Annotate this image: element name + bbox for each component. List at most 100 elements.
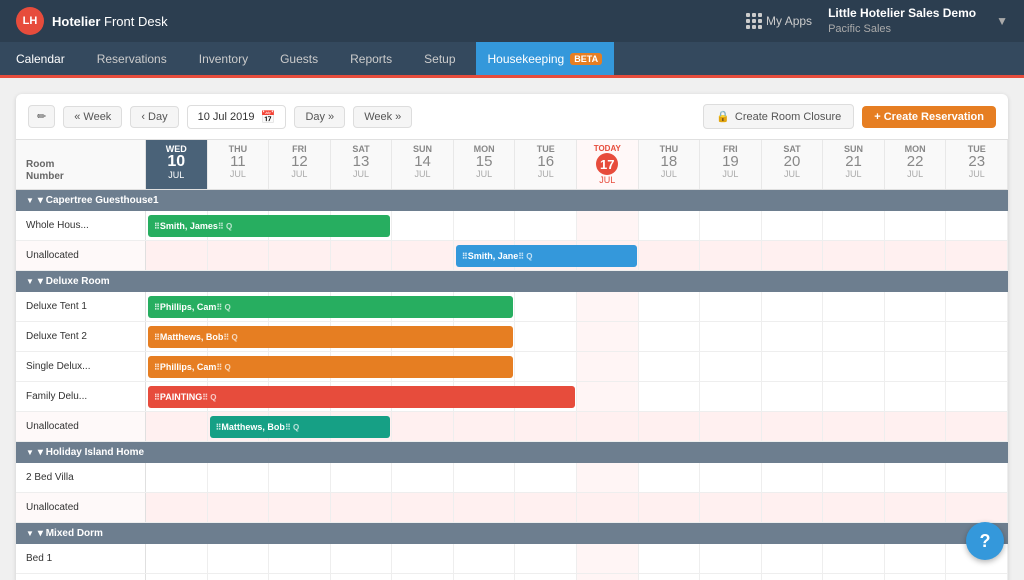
room-cell[interactable] (577, 352, 639, 381)
room-cell[interactable] (885, 463, 947, 492)
room-cell[interactable] (146, 574, 208, 580)
room-cell[interactable] (639, 292, 701, 321)
room-cell[interactable] (700, 544, 762, 573)
room-cell[interactable] (700, 382, 762, 411)
room-cell[interactable] (269, 493, 331, 522)
room-cell[interactable] (331, 493, 393, 522)
room-cell[interactable] (146, 412, 208, 441)
room-cell[interactable] (823, 463, 885, 492)
room-cell[interactable] (454, 544, 516, 573)
room-cell[interactable] (762, 463, 824, 492)
room-cell[interactable] (762, 322, 824, 351)
room-cell[interactable] (700, 412, 762, 441)
room-cell[interactable] (762, 412, 824, 441)
room-cell[interactable] (885, 412, 947, 441)
nav-calendar[interactable]: Calendar (0, 42, 81, 78)
room-cell[interactable] (762, 211, 824, 240)
room-cell[interactable] (885, 544, 947, 573)
room-cell[interactable] (392, 241, 454, 270)
room-cell[interactable] (700, 463, 762, 492)
room-cell[interactable] (700, 322, 762, 351)
room-cell[interactable] (146, 463, 208, 492)
room-cell[interactable] (823, 292, 885, 321)
help-button[interactable]: ? (966, 522, 1004, 560)
room-cell[interactable] (331, 463, 393, 492)
room-cell[interactable] (946, 412, 1008, 441)
my-apps-button[interactable]: My Apps (746, 13, 812, 29)
room-cell[interactable] (146, 544, 208, 573)
room-cell[interactable] (946, 211, 1008, 240)
section-label[interactable]: ▾ Capertree Guesthouse1 (16, 190, 1008, 211)
room-closure-button[interactable]: 🔒 Create Room Closure (703, 104, 854, 129)
room-cell[interactable] (392, 493, 454, 522)
room-cell[interactable] (577, 544, 639, 573)
room-cell[interactable] (208, 493, 270, 522)
room-cell[interactable] (823, 322, 885, 351)
room-cell[interactable] (946, 352, 1008, 381)
nav-housekeeping[interactable]: Housekeeping BETA (476, 42, 615, 75)
room-cell[interactable] (331, 574, 393, 580)
room-cell[interactable] (762, 544, 824, 573)
room-cell[interactable] (700, 493, 762, 522)
room-cell[interactable] (269, 463, 331, 492)
room-cell[interactable] (208, 574, 270, 580)
nav-guests[interactable]: Guests (264, 42, 334, 75)
room-cell[interactable] (885, 382, 947, 411)
room-cell[interactable] (146, 493, 208, 522)
room-cell[interactable] (392, 412, 454, 441)
room-cell[interactable] (823, 574, 885, 580)
room-cell[interactable] (392, 211, 454, 240)
room-cell[interactable] (515, 211, 577, 240)
section-label[interactable]: ▾ Mixed Dorm (16, 523, 1008, 544)
room-cell[interactable] (454, 493, 516, 522)
room-cell[interactable] (577, 493, 639, 522)
room-cell[interactable] (515, 412, 577, 441)
room-cell[interactable] (331, 241, 393, 270)
room-cell[interactable] (700, 292, 762, 321)
room-cell[interactable] (700, 211, 762, 240)
room-cell[interactable] (577, 322, 639, 351)
room-cell[interactable] (823, 382, 885, 411)
nav-reservations[interactable]: Reservations (81, 42, 183, 75)
room-cell[interactable] (269, 574, 331, 580)
room-cell[interactable] (823, 493, 885, 522)
room-cell[interactable] (515, 544, 577, 573)
room-cell[interactable] (639, 412, 701, 441)
section-label[interactable]: ▾ Deluxe Room (16, 271, 1008, 292)
room-cell[interactable] (577, 412, 639, 441)
room-cell[interactable] (639, 382, 701, 411)
nav-setup[interactable]: Setup (408, 42, 471, 75)
room-cell[interactable] (515, 322, 577, 351)
room-cell[interactable] (823, 544, 885, 573)
room-cell[interactable] (639, 463, 701, 492)
room-cell[interactable] (392, 574, 454, 580)
room-cell[interactable] (946, 463, 1008, 492)
room-cell[interactable] (823, 412, 885, 441)
room-cell[interactable] (700, 241, 762, 270)
room-cell[interactable] (639, 241, 701, 270)
room-cell[interactable] (946, 292, 1008, 321)
room-cell[interactable] (885, 241, 947, 270)
reservation-bar[interactable]: ⠿ Smith, James⠿ Q (148, 215, 390, 237)
room-cell[interactable] (639, 544, 701, 573)
room-cell[interactable] (331, 544, 393, 573)
room-cell[interactable] (454, 463, 516, 492)
reservation-bar[interactable]: ⠿ Matthews, Bob⠿ Q (148, 326, 513, 348)
room-cell[interactable] (515, 493, 577, 522)
room-cell[interactable] (454, 574, 516, 580)
room-cell[interactable] (762, 352, 824, 381)
room-cell[interactable] (146, 241, 208, 270)
room-cell[interactable] (823, 211, 885, 240)
room-cell[interactable] (762, 292, 824, 321)
room-cell[interactable] (946, 322, 1008, 351)
reservation-bar[interactable]: ⠿ Phillips, Cam⠿ Q (148, 296, 513, 318)
room-cell[interactable] (639, 574, 701, 580)
room-cell[interactable] (885, 211, 947, 240)
reservation-bar[interactable]: ⠿ Phillips, Cam⠿ Q (148, 356, 513, 378)
room-cell[interactable] (885, 322, 947, 351)
room-cell[interactable] (885, 292, 947, 321)
room-cell[interactable] (515, 463, 577, 492)
nav-inventory[interactable]: Inventory (183, 42, 264, 75)
room-cell[interactable] (946, 382, 1008, 411)
room-cell[interactable] (885, 493, 947, 522)
